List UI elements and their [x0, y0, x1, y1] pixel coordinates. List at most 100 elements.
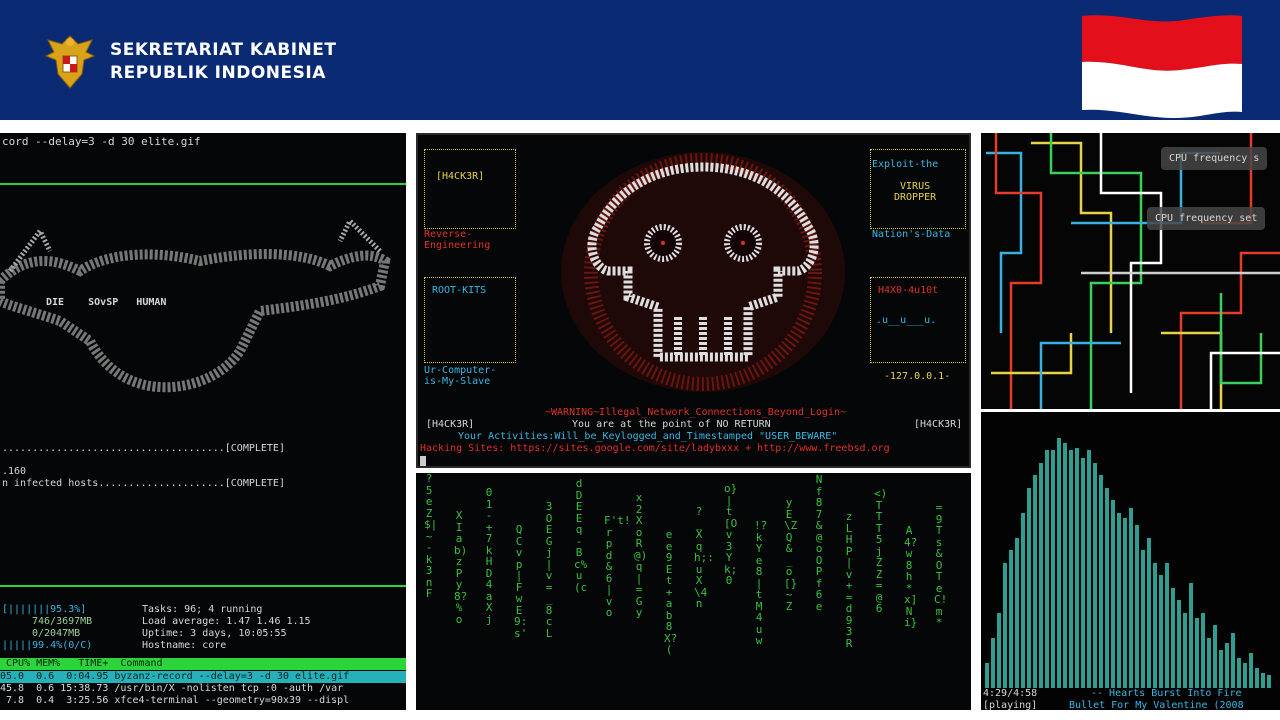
- matrix-column: ?_Xqh;:uX\4n: [694, 505, 714, 610]
- waveform-bar: [1069, 450, 1073, 688]
- htop-load: Load average: 1.47 1.46 1.15: [142, 616, 311, 627]
- waveform-bar: [1087, 450, 1091, 688]
- htop-swap-meter: 0/2047MB: [32, 628, 81, 639]
- waveform-bar: [1105, 488, 1109, 688]
- waveform-bar: [1159, 575, 1163, 688]
- hacker-box: [424, 149, 516, 229]
- playback-status: [playing]: [983, 700, 1038, 710]
- waveform-bar: [1057, 438, 1061, 688]
- htop-cpu-meter: [|||||||95.3%]: [2, 604, 87, 615]
- waveform-bar: [1147, 538, 1151, 688]
- waveform-bar: [1165, 563, 1169, 688]
- waveform-bar: [985, 663, 989, 688]
- waveform-bar: [1135, 525, 1139, 688]
- skull-ascii-icon: [561, 152, 845, 392]
- hacker-ascii-pane[interactable]: [H4CK3R] Reverse- Engineering ROOT-KITS …: [416, 133, 971, 468]
- hacker-tag-left: [H4CK3R]: [426, 419, 475, 430]
- waveform-bar: [1225, 643, 1229, 688]
- waveform-bar: [1063, 443, 1067, 688]
- waveform-bar: [1189, 583, 1193, 688]
- nations-data-label: Nation's-Data: [872, 229, 951, 240]
- network-ascii: .u__u___u.: [876, 315, 937, 326]
- waveform-bar: [1141, 550, 1145, 688]
- htop-column-header: CPU% MEM% TIME+ Command: [0, 658, 406, 670]
- circuit-lines: [986, 133, 1280, 409]
- waveform-bar: [1003, 563, 1007, 688]
- playback-time: 4:29/4:58: [983, 688, 1038, 699]
- terminal-cursor: [420, 456, 426, 466]
- warning-banner: ~WARNING~Illegal_Network_Connections_Bey…: [544, 407, 847, 418]
- track-artist: Bullet For My Valentine (2008: [1069, 700, 1244, 710]
- terminal-command: cord --delay=3 -d 30 elite.gif: [2, 135, 201, 148]
- garuda-emblem-icon: [44, 35, 96, 89]
- localhost-label: -127.0.0.1-: [884, 371, 951, 382]
- audio-visualizer-pane[interactable]: 4:29/4:58 [playing] -- Hearts Burst Into…: [981, 412, 1280, 710]
- matrix-column: o}|t[Ov3Yk;0: [724, 482, 738, 587]
- matrix-column: <)TTT5jZZ=@6: [874, 487, 888, 615]
- waveform-bar: [1171, 588, 1175, 688]
- waveform-bar: [1177, 600, 1181, 688]
- waveform-bar: [1237, 658, 1241, 688]
- waveform-bar: [1261, 673, 1265, 688]
- waveform-bar: [1093, 463, 1097, 688]
- htop-cpu-meter-2: |||||99.4%(0/C): [2, 640, 93, 651]
- matrix-column: A4?w8h*x]Ni}: [904, 524, 918, 629]
- htop-process-row[interactable]: 7.8 0.4 3:25.56 xfce4-terminal --geometr…: [0, 695, 349, 706]
- waveform-bar: [1009, 550, 1013, 688]
- matrix-column: 01-+7kHD4aXj: [485, 486, 493, 626]
- waveform-bar: [1021, 513, 1025, 688]
- rootkits-title: ROOT-KITS: [432, 285, 487, 296]
- waveform-bar: [1207, 638, 1211, 688]
- skull-ascii-art: [0, 216, 391, 393]
- waveform-bar: [1195, 618, 1199, 688]
- matrix-column: ee9Et+ab8X?(: [664, 528, 678, 656]
- matrix-column: F't!rpd&6|vo: [604, 514, 631, 619]
- waveform-bar: [1081, 458, 1085, 688]
- indonesia-flag-icon: [1082, 15, 1242, 118]
- hacker-tag-right: [H4CK3R]: [914, 419, 963, 430]
- htop-separator: [0, 585, 406, 587]
- matrix-column: QCvp|FwE9:s': [514, 523, 528, 640]
- matrix-column: ?5eZ$|~-k3nF: [424, 473, 438, 600]
- waveform-bar: [1243, 663, 1247, 688]
- track-title: -- Hearts Burst Into Fire: [1091, 688, 1242, 699]
- htop-process-row-selected[interactable]: 05.0 0.6 0:04.95 byzanz-record --delay=3…: [0, 671, 406, 683]
- matrix-column: x2XoR@)q|=Gy: [634, 491, 648, 619]
- waveform-bar: [1045, 450, 1049, 688]
- keylogged-line: Your Activities:Will_be_Keylogged_and_Ti…: [458, 431, 838, 442]
- virus-dropper-text: VIRUS DROPPER: [894, 181, 937, 203]
- matrix-column: zLHP|v+=d93R: [845, 510, 853, 650]
- waveform-bar: [1027, 488, 1031, 688]
- waveform-bar: [1249, 653, 1253, 688]
- status-line-2: n infected hosts.....................[CO…: [2, 478, 285, 489]
- htop-process-row[interactable]: 45.8 0.6 15:38.73 /usr/bin/X -nolisten t…: [0, 683, 343, 694]
- waveform-bar: [1201, 613, 1205, 688]
- site-header: SEKRETARIAT KABINET REPUBLIK INDONESIA: [0, 0, 1280, 124]
- no-return-line: You are at the point of NO RETURN: [572, 419, 771, 430]
- matrix-rain-pane[interactable]: ?5eZ$|~-k3nF XIab)zPy8?%o 01-+7kHD4aXj QCvp…: [416, 473, 971, 710]
- status-line-1: .....................................[CO…: [2, 443, 285, 454]
- circuit-screensaver-pane[interactable]: CPU frequency s CPU frequency set: [981, 133, 1280, 409]
- waveform-bar: [1111, 500, 1115, 688]
- matrix-column: Nf87&@oOPf6e: [815, 473, 823, 613]
- waveform-bar: [1099, 475, 1103, 688]
- matrix-column: dDEEq-Bc%u(c: [574, 477, 588, 594]
- cpu-frequency-tooltip-2: CPU frequency set: [1147, 207, 1266, 230]
- waveform-bar: [997, 613, 1001, 688]
- waveform-bar: [1231, 633, 1235, 688]
- hacking-sites-line: Hacking Sites: https://sites.google.com/…: [420, 443, 890, 454]
- hacker-box-title: [H4CK3R]: [436, 171, 485, 182]
- matrix-column: !?kYe8|tM4uw: [754, 519, 768, 647]
- waveform-bar: [1051, 450, 1055, 688]
- waveform-bar: [1267, 675, 1271, 688]
- waveform-bar: [1039, 463, 1043, 688]
- h4x0-title: H4X0-4u10t: [878, 285, 939, 296]
- terminal-separator: [0, 183, 406, 185]
- htop-hostname: Hostname: core: [142, 640, 227, 651]
- waveform-bar: [1129, 508, 1133, 688]
- waveform-bar: [1183, 613, 1187, 688]
- ip-fragment: .160: [2, 466, 27, 477]
- htop-tasks: Tasks: 96; 4 running: [142, 604, 263, 615]
- left-terminal-pane[interactable]: cord --delay=3 -d 30 elite.gif DIE SOvSP…: [0, 133, 406, 710]
- ascii-art-caption: DIE SOvSP HUMAN: [46, 297, 167, 308]
